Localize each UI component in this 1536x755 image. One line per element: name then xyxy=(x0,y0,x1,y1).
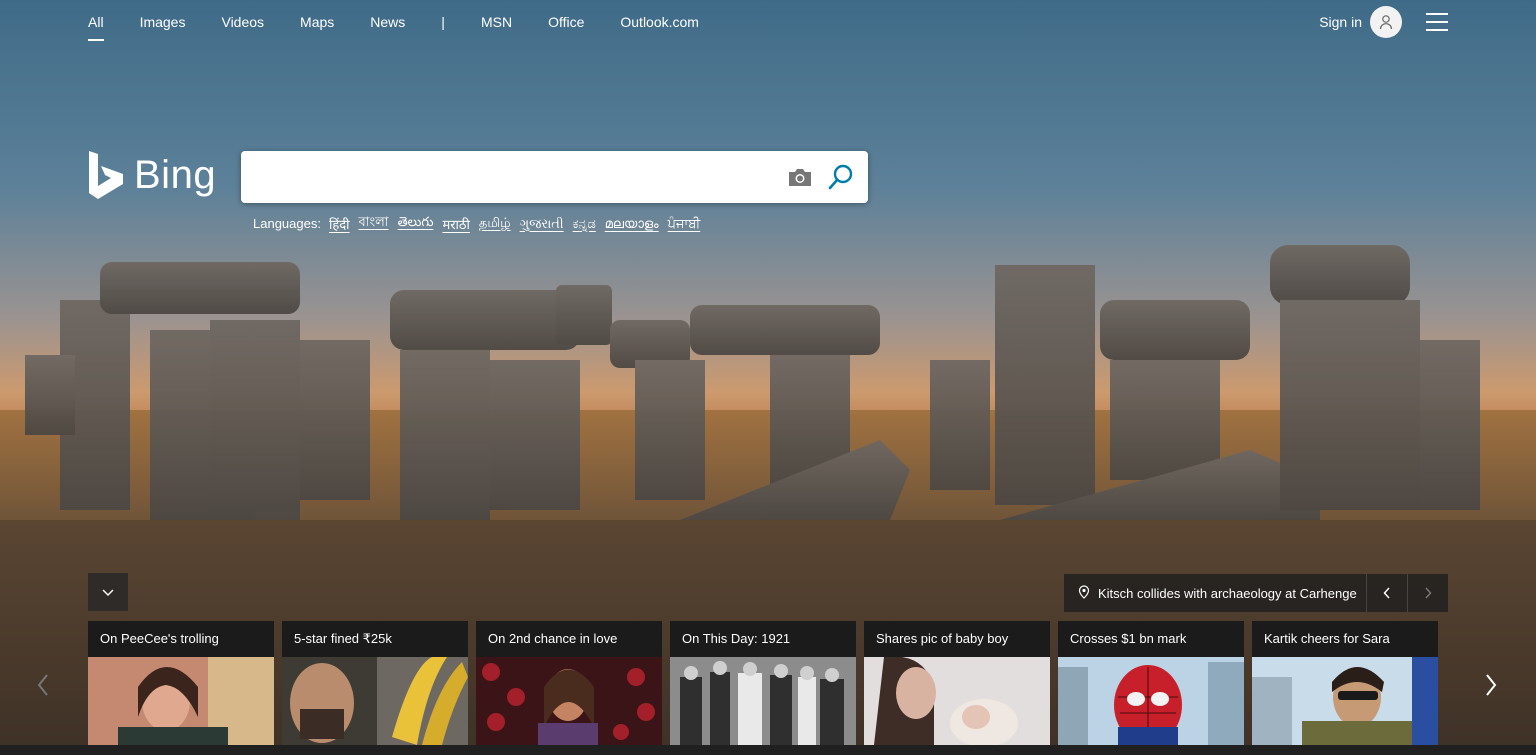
news-card-image xyxy=(670,657,856,745)
lang-link[interactable]: বাংলা xyxy=(359,213,389,234)
lang-link[interactable]: ਪੰਜਾਬੀ xyxy=(668,216,701,232)
user-icon[interactable] xyxy=(1370,6,1402,38)
news-card-title: On 2nd chance in love xyxy=(476,621,662,657)
lang-link[interactable]: मराठी xyxy=(442,215,469,233)
nav-news[interactable]: News xyxy=(370,12,405,32)
signin-link[interactable]: Sign in xyxy=(1319,14,1362,30)
lang-link[interactable]: ગુજરાતી xyxy=(520,216,564,232)
collapse-carousel-button[interactable] xyxy=(88,573,128,611)
news-card-title: Kartik cheers for Sara xyxy=(1252,621,1438,657)
nav-msn[interactable]: MSN xyxy=(481,12,512,32)
languages-label: Languages: xyxy=(253,216,321,231)
news-card-title: On This Day: 1921 xyxy=(670,621,856,657)
news-card[interactable]: Crosses $1 bn mark xyxy=(1058,621,1244,745)
nav-images[interactable]: Images xyxy=(140,12,186,32)
news-card-image xyxy=(282,657,468,745)
bing-logo-icon xyxy=(89,151,123,199)
chevron-right-icon xyxy=(1425,587,1432,599)
hamburger-menu-icon[interactable] xyxy=(1426,13,1448,31)
language-links: Languages: हिंदी বাংলা తెలుగు मराठी தமிழ… xyxy=(253,213,709,234)
news-card[interactable]: Kartik cheers for Sara xyxy=(1252,621,1438,745)
news-card[interactable]: Shares pic of baby boy xyxy=(864,621,1050,745)
news-card-image xyxy=(476,657,662,745)
chevron-left-icon xyxy=(1383,587,1390,599)
nav-office[interactable]: Office xyxy=(548,12,584,32)
news-card-title: Crosses $1 bn mark xyxy=(1058,621,1244,657)
news-carousel: On PeeCee's trolling 5-star fined ₹25k O… xyxy=(88,621,1446,745)
chevron-down-icon xyxy=(102,588,114,596)
carousel-next-button[interactable] xyxy=(1476,668,1506,702)
news-card-title: Shares pic of baby boy xyxy=(864,621,1050,657)
bing-logo[interactable]: Bing xyxy=(88,150,216,200)
nav-all[interactable]: All xyxy=(88,12,104,41)
chevron-right-icon xyxy=(1486,674,1497,696)
carousel-prev-button[interactable] xyxy=(28,668,58,702)
news-card-title: 5-star fined ₹25k xyxy=(282,621,468,657)
nav-maps[interactable]: Maps xyxy=(300,12,334,32)
lang-link[interactable]: ಕನ್ನಡ xyxy=(573,216,596,232)
news-card-image xyxy=(1058,657,1244,745)
chevron-left-icon xyxy=(37,674,48,696)
search-icon[interactable] xyxy=(827,163,855,191)
lang-link[interactable]: தமிழ் xyxy=(479,215,511,232)
search-box xyxy=(241,151,868,203)
lang-link[interactable]: हिंदी xyxy=(329,215,350,233)
nav-videos[interactable]: Videos xyxy=(221,12,264,32)
nav-outlook[interactable]: Outlook.com xyxy=(620,12,699,32)
image-caption[interactable]: Kitsch collides with archaeology at Carh… xyxy=(1098,586,1366,601)
news-card[interactable]: 5-star fined ₹25k xyxy=(282,621,468,745)
news-card-image xyxy=(1252,657,1438,745)
news-card[interactable]: On This Day: 1921 xyxy=(670,621,856,745)
header-actions: Sign in xyxy=(1319,6,1448,38)
top-nav: All Images Videos Maps News | MSN Office… xyxy=(88,12,735,41)
next-image-button[interactable] xyxy=(1407,574,1448,612)
news-card-image xyxy=(864,657,1050,745)
search-input[interactable] xyxy=(255,159,779,197)
camera-icon[interactable] xyxy=(787,166,813,188)
news-card-title: On PeeCee's trolling xyxy=(88,621,274,657)
prev-image-button[interactable] xyxy=(1366,574,1407,612)
news-card-image xyxy=(88,657,274,745)
location-pin-icon xyxy=(1078,584,1090,602)
nav-separator: | xyxy=(441,14,445,30)
bottom-strip xyxy=(0,745,1536,755)
news-card[interactable]: On 2nd chance in love xyxy=(476,621,662,745)
news-card[interactable]: On PeeCee's trolling xyxy=(88,621,274,745)
lang-link[interactable]: മലയാളം xyxy=(605,216,659,232)
image-caption-bar: Kitsch collides with archaeology at Carh… xyxy=(1064,574,1448,612)
logo-text: Bing xyxy=(134,152,217,197)
lang-link[interactable]: తెలుగు xyxy=(398,214,434,233)
